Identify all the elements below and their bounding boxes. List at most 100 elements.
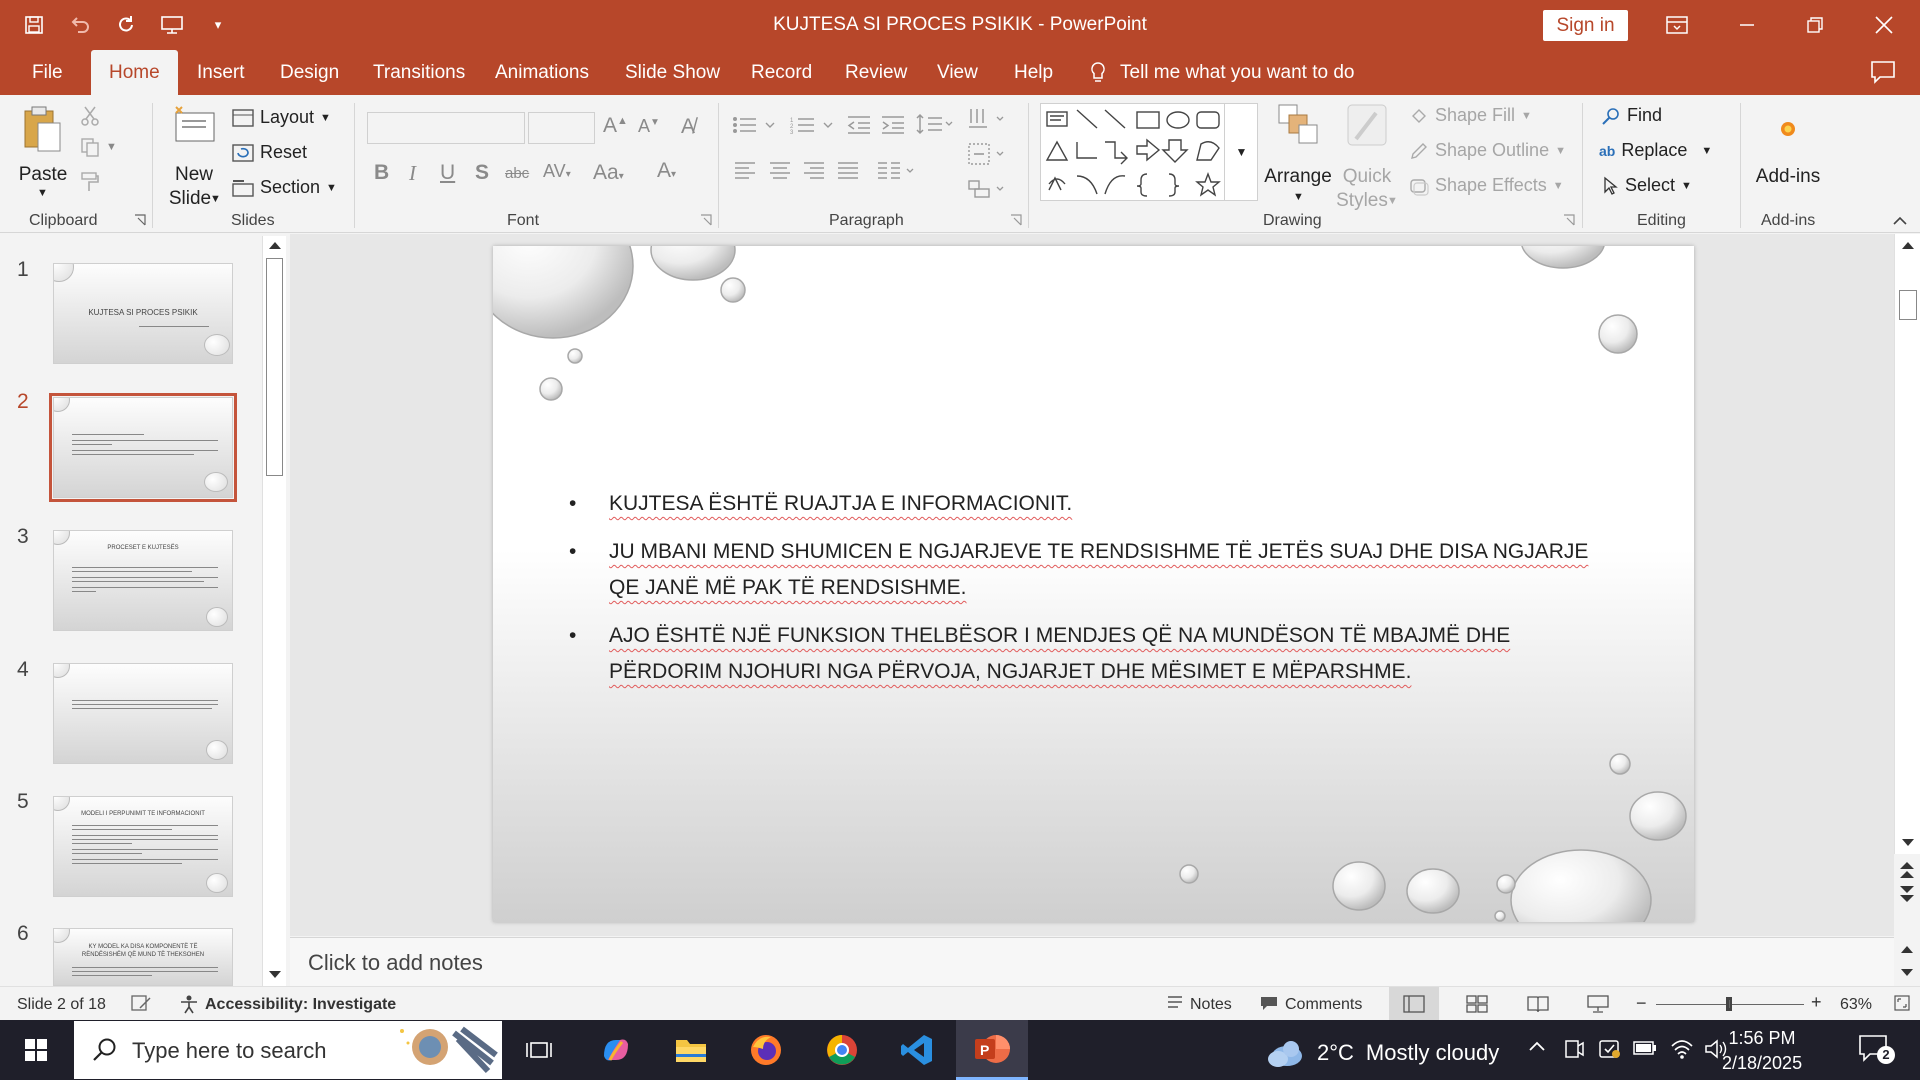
comments-pane-icon[interactable]	[1870, 60, 1896, 84]
security-icon[interactable]	[1598, 1038, 1620, 1060]
slide-canvas[interactable]: KUJTESA ËSHTË RUAJTJA E INFORMACIONIT. J…	[493, 246, 1694, 922]
shape-effects-button[interactable]: Shape Effects ▼	[1409, 175, 1564, 196]
add-ins-button[interactable]: Add-ins	[1750, 103, 1826, 203]
strikethrough-icon[interactable]: abc	[505, 165, 529, 182]
justify-icon[interactable]	[837, 161, 859, 181]
taskbar-search-box[interactable]: Type here to search	[74, 1021, 502, 1079]
tab-transitions[interactable]: Transitions	[373, 50, 465, 95]
zoom-slider[interactable]	[1656, 997, 1804, 1011]
align-right-icon[interactable]	[803, 161, 825, 181]
shape-outline-button[interactable]: Shape Outline ▼	[1409, 140, 1566, 161]
accessibility-icon[interactable]	[178, 994, 200, 1014]
notes-button[interactable]: Notes	[1190, 996, 1232, 1014]
file-explorer-button[interactable]	[671, 1030, 711, 1070]
present-from-start-icon[interactable]	[158, 11, 186, 39]
dialog-launcher-icon[interactable]	[134, 214, 146, 226]
next-slide-icon[interactable]	[1899, 884, 1915, 904]
notes-icon[interactable]	[1166, 995, 1184, 1011]
notification-center-button[interactable]: 2	[1858, 1034, 1895, 1066]
character-spacing-icon[interactable]: AV▾	[543, 161, 571, 182]
convert-to-smartart-icon[interactable]	[967, 177, 1009, 201]
shapes-gallery-more-button[interactable]: ▼	[1224, 103, 1258, 201]
paste-button[interactable]: Paste ▼	[18, 105, 68, 200]
collapse-ribbon-icon[interactable]	[1892, 215, 1908, 227]
bullets-icon[interactable]	[732, 115, 778, 135]
tab-animations[interactable]: Animations	[495, 50, 589, 95]
increase-indent-icon[interactable]	[880, 115, 906, 135]
scroll-thumb[interactable]	[266, 258, 283, 476]
slide-sorter-icon[interactable]	[1466, 995, 1488, 1013]
battery-icon[interactable]	[1633, 1040, 1657, 1056]
align-center-icon[interactable]	[769, 161, 791, 181]
new-slide-button[interactable]: New Slide ▼	[162, 103, 226, 209]
tab-help[interactable]: Help	[1014, 50, 1053, 95]
clear-formatting-icon[interactable]: A̸	[681, 115, 695, 139]
dialog-launcher-icon[interactable]	[700, 214, 712, 226]
close-icon[interactable]	[1864, 8, 1904, 42]
scroll-down-icon[interactable]	[268, 970, 282, 980]
restore-icon[interactable]	[1795, 8, 1835, 42]
line-spacing-icon[interactable]	[916, 113, 956, 135]
slide-show-icon[interactable]	[1587, 995, 1609, 1013]
underline-icon[interactable]: U	[440, 161, 455, 185]
tab-design[interactable]: Design	[280, 50, 339, 95]
bullet-item[interactable]: AJO ËSHTË NJË FUNKSION THELBËSOR I MENDJ…	[569, 618, 1611, 690]
align-text-icon[interactable]	[967, 142, 1009, 166]
comments-icon[interactable]	[1259, 995, 1279, 1011]
italic-icon[interactable]: I	[409, 161, 416, 186]
vscode-button[interactable]	[897, 1030, 937, 1070]
section-button[interactable]: Section ▼	[232, 177, 337, 198]
bullet-item[interactable]: KUJTESA ËSHTË RUAJTJA E INFORMACIONIT.	[569, 486, 1611, 522]
comments-button[interactable]: Comments	[1285, 996, 1362, 1014]
tab-home[interactable]: Home	[91, 50, 178, 95]
select-button[interactable]: Select ▼	[1603, 175, 1692, 196]
tell-me-search[interactable]: Tell me what you want to do	[1090, 50, 1354, 95]
tab-file[interactable]: File	[32, 50, 63, 95]
dialog-launcher-icon[interactable]	[1010, 214, 1022, 226]
tab-slide-show[interactable]: Slide Show	[625, 50, 720, 95]
reading-view-icon[interactable]	[1527, 995, 1549, 1013]
font-size-box[interactable]	[528, 112, 595, 144]
bold-icon[interactable]: B	[374, 161, 389, 185]
thumbnail-scrollbar[interactable]	[262, 236, 286, 986]
undo-icon[interactable]	[66, 11, 94, 39]
sign-in-button[interactable]: Sign in	[1543, 10, 1628, 41]
accessibility-status[interactable]: Accessibility: Investigate	[205, 996, 396, 1014]
zoom-out-icon[interactable]: −	[1636, 993, 1647, 1014]
slide-count[interactable]: Slide 2 of 18	[17, 996, 106, 1014]
normal-view-button[interactable]	[1389, 987, 1439, 1021]
notes-pane[interactable]: Click to add notes	[290, 937, 1913, 986]
find-button[interactable]: Find	[1601, 105, 1662, 126]
zoom-in-icon[interactable]: +	[1811, 992, 1822, 1013]
powerpoint-taskbar-button[interactable]: P	[956, 1020, 1028, 1080]
scroll-thumb[interactable]	[1899, 290, 1917, 320]
cut-icon[interactable]	[80, 105, 100, 127]
replace-button[interactable]: ab Replace ▼	[1599, 140, 1712, 161]
numbering-icon[interactable]: 123	[790, 115, 836, 135]
tab-review[interactable]: Review	[845, 50, 907, 95]
font-name-box[interactable]	[367, 112, 525, 144]
increase-font-size-icon[interactable]: A▲	[603, 114, 628, 138]
firefox-button[interactable]	[746, 1030, 786, 1070]
notes-placeholder[interactable]: Click to add notes	[308, 950, 483, 976]
scroll-down-icon[interactable]	[1900, 968, 1914, 978]
ribbon-display-options-icon[interactable]	[1657, 8, 1697, 42]
meet-now-icon[interactable]	[1563, 1038, 1585, 1060]
minimize-icon[interactable]	[1727, 8, 1767, 42]
decrease-indent-icon[interactable]	[846, 115, 872, 135]
shape-fill-button[interactable]: Shape Fill ▼	[1409, 105, 1532, 126]
text-shadow-icon[interactable]: S	[475, 161, 489, 185]
dialog-launcher-icon[interactable]	[1563, 214, 1575, 226]
arrange-button[interactable]: Arrange ▼	[1263, 103, 1333, 203]
save-icon[interactable]	[20, 11, 48, 39]
font-color-icon[interactable]: A▾	[657, 159, 676, 183]
taskbar-clock[interactable]: 1:56 PM 2/18/2025	[1722, 1026, 1802, 1076]
bullet-item[interactable]: JU MBANI MEND SHUMICEN E NGJARJEVE TE RE…	[569, 534, 1611, 606]
change-case-icon[interactable]: Aa▾	[593, 161, 624, 185]
wifi-icon[interactable]	[1670, 1038, 1694, 1060]
reset-button[interactable]: Reset	[232, 142, 307, 163]
layout-button[interactable]: Layout ▼	[232, 107, 331, 128]
copy-icon[interactable]: ▼	[80, 137, 117, 157]
start-button[interactable]	[16, 1030, 56, 1070]
tab-record[interactable]: Record	[751, 50, 812, 95]
